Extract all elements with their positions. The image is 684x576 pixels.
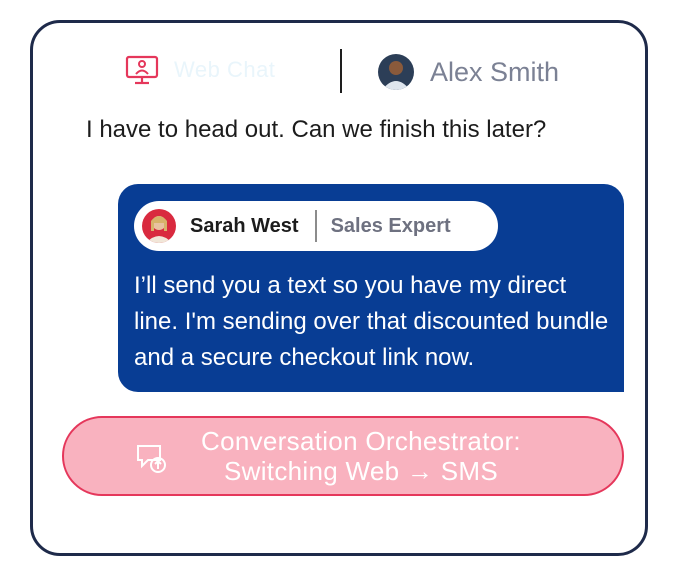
channel-header: Web Chat: [124, 52, 275, 88]
orchestrator-status-pill: Conversation Orchestrator: Switching Web…: [62, 416, 624, 496]
orchestrator-line-1: Conversation Orchestrator:: [201, 426, 521, 456]
agent-role: Sales Expert: [330, 214, 451, 237]
customer-message: I have to head out. Can we finish this l…: [86, 116, 547, 143]
orchestrator-text: Conversation Orchestrator: Switching Web…: [201, 426, 521, 486]
customer-name: Alex Smith: [430, 56, 560, 87]
agent-name: Sarah West: [190, 214, 299, 237]
agent-message-text: I’ll send you a text so you have my dire…: [134, 272, 609, 371]
agent-badge-divider: [314, 210, 317, 242]
orchestrator-line-2: Switching Web → SMS: [224, 456, 498, 486]
web-chat-monitor-icon: [125, 55, 159, 85]
header-divider: [340, 49, 342, 93]
agent-message-bubble: Sarah West Sales Expert I’ll send you a …: [118, 184, 624, 392]
chat-switch-icon: [137, 445, 166, 473]
agent-avatar: [142, 209, 176, 243]
customer-avatar: [378, 54, 414, 90]
customer-header: Alex Smith: [378, 54, 559, 90]
channel-label: Web Chat: [174, 57, 276, 82]
agent-badge: Sarah West Sales Expert: [134, 201, 498, 251]
